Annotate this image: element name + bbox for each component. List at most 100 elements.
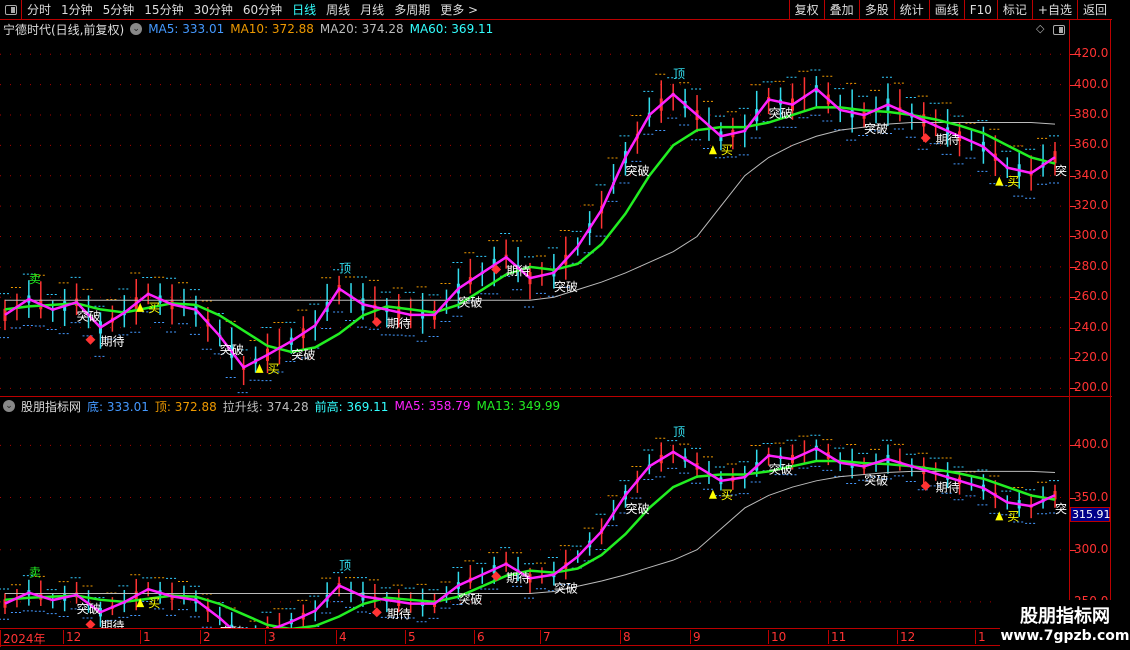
signal-label: 期待 xyxy=(936,133,960,147)
x-tick-label: 1 xyxy=(140,630,151,644)
series-line-ma13 xyxy=(4,106,1056,354)
signal-label: 突破 xyxy=(554,581,578,596)
ding-value: 顶: 372.88 xyxy=(154,399,217,414)
series-line-ma5 xyxy=(4,446,1056,628)
signal-label: 期待 xyxy=(387,607,411,621)
period-tab[interactable]: 1分钟 xyxy=(56,1,98,18)
signal-label: 买 xyxy=(148,596,160,610)
x-tick-label: 4 xyxy=(336,630,347,644)
chevron-down-icon[interactable]: ⌄ xyxy=(3,400,15,412)
signal-label: 突破 xyxy=(864,472,888,487)
y-tick-label: 300.0 xyxy=(1074,541,1109,556)
di-value: 底: 333.01 xyxy=(87,399,149,414)
panel-toggle-button[interactable] xyxy=(0,0,22,20)
toolbar-button[interactable]: 画线 xyxy=(928,0,964,20)
signal-label: 突破 xyxy=(769,105,793,120)
signal-label: 顶 xyxy=(339,262,351,276)
period-tab[interactable]: 30分钟 xyxy=(189,1,238,18)
x-tick-label: 11 xyxy=(828,630,846,644)
signal-label: 买 xyxy=(268,362,280,376)
x-tick-label: 1 xyxy=(975,630,986,644)
y-tick-label: 350.0 xyxy=(1074,489,1109,504)
ma20-value: MA20: 374.28 xyxy=(319,22,404,36)
period-tab[interactable]: 分时 xyxy=(22,1,56,18)
buy-triangle-icon xyxy=(708,489,717,499)
signal-label: 突破 xyxy=(554,279,578,294)
period-tab[interactable]: 5分钟 xyxy=(98,1,140,18)
y-tick-label: 280.0 xyxy=(1074,258,1109,273)
period-tab[interactable]: 周线 xyxy=(321,1,355,18)
y-tick-label: 260.0 xyxy=(1074,289,1109,304)
signal-label: 期待 xyxy=(100,334,124,348)
signal-label: 突破 xyxy=(458,295,482,310)
period-tab[interactable]: 多周期 xyxy=(389,1,435,18)
series-line-ma5 xyxy=(4,87,1056,370)
watermark-logo: 股朋指标网 www.7gpzb.com xyxy=(1000,600,1130,650)
toolbar-button[interactable]: 标记 xyxy=(996,0,1032,20)
indicator-header: ⌄ 股朋指标网 底: 333.01 顶: 372.88 拉升线: 374.28 … xyxy=(3,397,566,415)
x-tick-label: 8 xyxy=(620,630,631,644)
ma5-value: MA5: 333.01 xyxy=(148,22,225,36)
signal-label: 期待 xyxy=(100,619,124,628)
y-tick-label: 400.0 xyxy=(1074,76,1109,91)
ma13-indicator-value: MA13: 349.99 xyxy=(476,399,561,413)
main-chart: 卖突破期待买突破买突破顶期待突破期待突破突破顶买突破突破期待买突 xyxy=(0,53,1069,394)
y-tick-label: 220.0 xyxy=(1074,350,1109,365)
toolbar-button[interactable]: F10 xyxy=(963,0,997,20)
chevron-down-icon[interactable]: ⌄ xyxy=(130,23,143,35)
y-tick-label: 340.0 xyxy=(1074,167,1109,182)
toolbar-button[interactable]: 复权 xyxy=(788,0,824,20)
signal-label: 买 xyxy=(1007,175,1019,189)
panel-icon[interactable] xyxy=(1053,25,1065,35)
x-tick-label: 5 xyxy=(405,630,416,644)
period-tab[interactable]: 月线 xyxy=(355,1,389,18)
x-tick-label: 2 xyxy=(200,630,211,644)
buy-triangle-icon xyxy=(708,145,717,155)
toolbar-button[interactable]: 叠加 xyxy=(823,0,859,20)
last-value-label: 315.91 xyxy=(1070,507,1111,522)
x-tick-label: 6 xyxy=(474,630,485,644)
x-tick-label: 2024年 xyxy=(0,630,46,647)
diamond-signal-icon xyxy=(371,607,382,618)
diamond-signal-icon xyxy=(85,619,96,628)
period-tab[interactable]: 60分钟 xyxy=(238,1,287,18)
stock-title: 宁德时代(日线,前复权) xyxy=(3,22,125,37)
lashen-value: 拉升线: 374.28 xyxy=(222,399,309,414)
series-line-ma13 xyxy=(4,459,1056,628)
signal-label: 突 xyxy=(1055,501,1067,516)
signal-label: 突破 xyxy=(77,308,101,323)
signal-label: 突破 xyxy=(625,501,649,516)
signal-label: 买 xyxy=(148,301,160,315)
period-tab[interactable]: 15分钟 xyxy=(139,1,188,18)
x-tick-label: 7 xyxy=(540,630,551,644)
toolbar-button[interactable]: +自选 xyxy=(1031,0,1077,20)
buy-triangle-icon xyxy=(995,511,1004,521)
x-tick-label: 9 xyxy=(690,630,701,644)
signal-label: 期待 xyxy=(506,264,530,278)
signal-label: 突破 xyxy=(625,163,649,178)
panel-icon xyxy=(4,4,17,15)
diamond-signal-icon xyxy=(920,133,931,143)
y-tick-label: 300.0 xyxy=(1074,228,1109,243)
period-tab[interactable]: 日线 xyxy=(287,1,321,18)
signal-label: 期待 xyxy=(506,571,530,585)
date-axis: 2024年 12 1 2 3 4 5 6 7 8 9 10 11 12 1 xyxy=(0,628,1069,647)
x-tick-label: 10 xyxy=(768,630,786,644)
toolbar-button[interactable]: 统计 xyxy=(893,0,929,20)
toolbar-button[interactable]: 多股 xyxy=(858,0,894,20)
signal-label: 突 xyxy=(1055,163,1067,178)
signal-label: 卖 xyxy=(29,272,41,286)
x-tick-label: 3 xyxy=(265,630,276,644)
diamond-icon[interactable]: ◇ xyxy=(1036,22,1044,35)
toolbar-button[interactable]: 返回 xyxy=(1076,0,1112,20)
period-tab[interactable]: 更多 > xyxy=(435,1,483,18)
signal-label: 突破 xyxy=(458,592,482,607)
y-tick-label: 380.0 xyxy=(1074,106,1109,121)
y-tick-label: 240.0 xyxy=(1074,319,1109,334)
signal-label: 期待 xyxy=(936,481,960,495)
diamond-signal-icon xyxy=(371,317,382,327)
signal-label: 期待 xyxy=(387,317,411,331)
y-tick-label: 360.0 xyxy=(1074,137,1109,152)
y-tick-label: 420.0 xyxy=(1074,46,1109,61)
signal-label: 买 xyxy=(1007,509,1019,523)
